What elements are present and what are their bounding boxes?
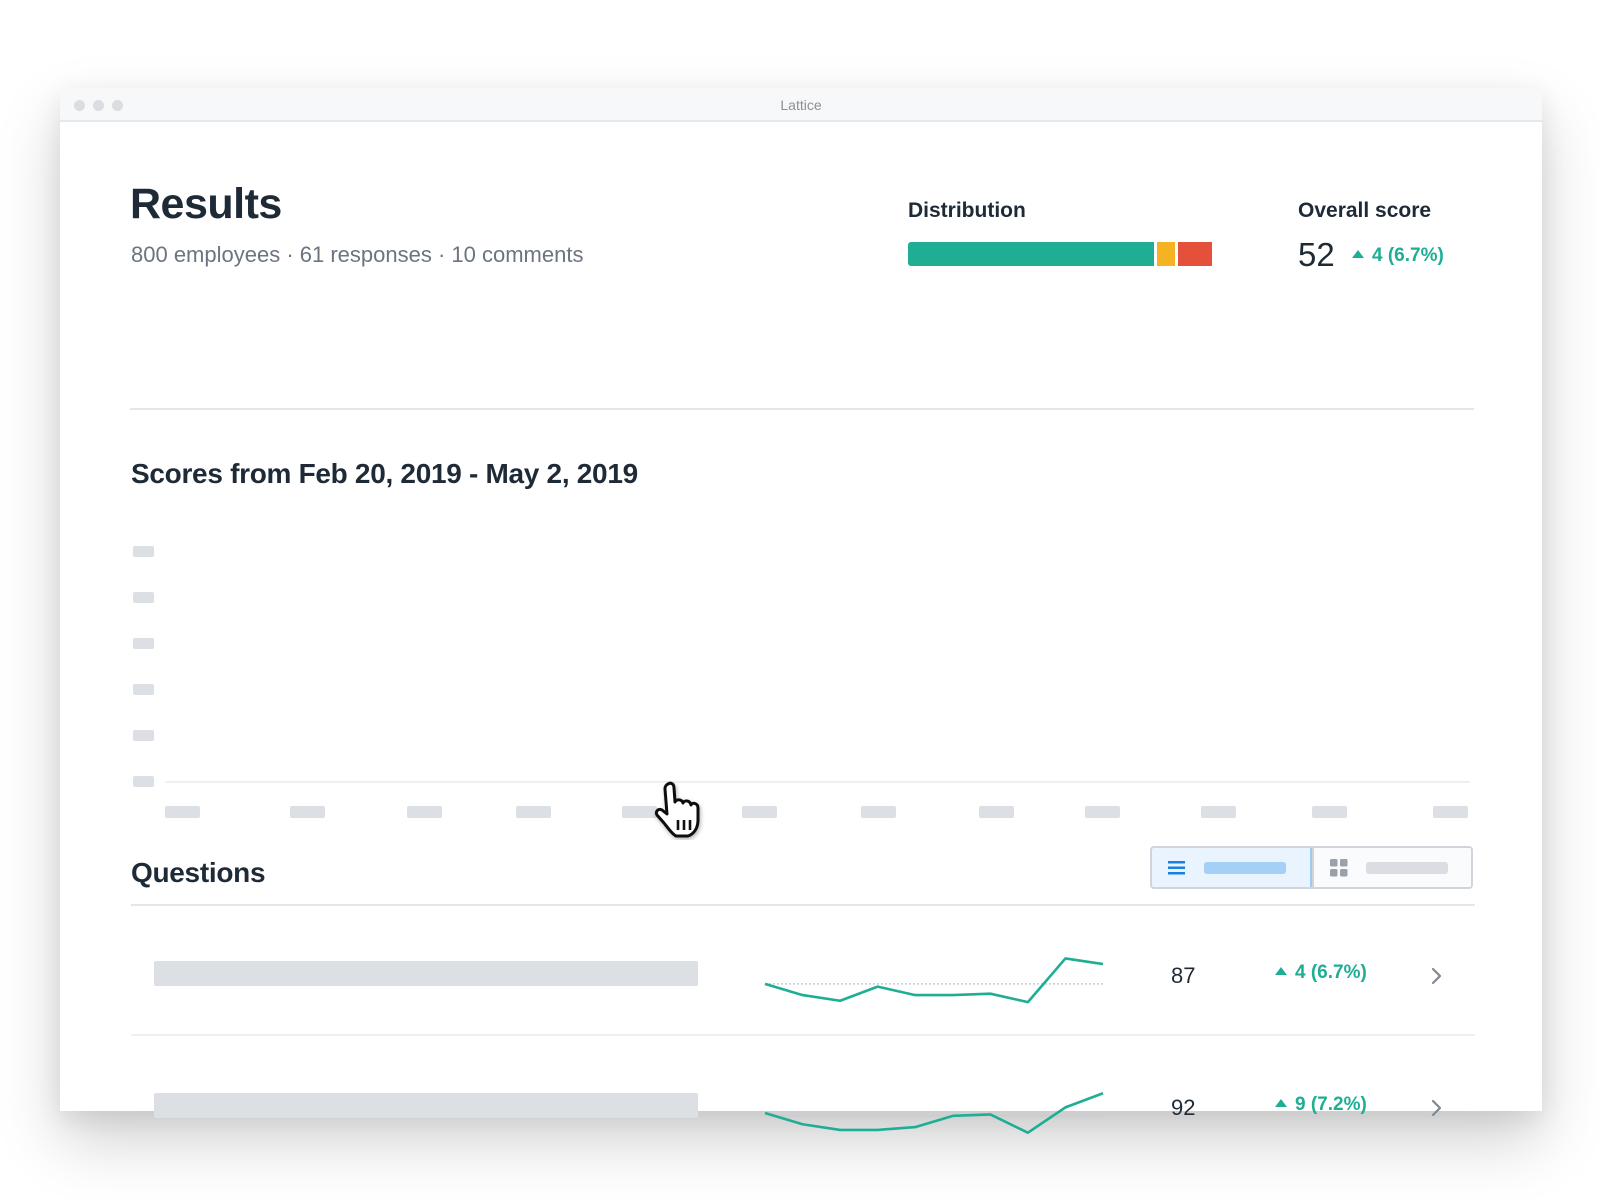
- y-tick-placeholder: [133, 592, 154, 603]
- question-delta: 4 (6.7%): [1275, 962, 1367, 984]
- y-tick-placeholder: [133, 776, 154, 787]
- window-title: Lattice: [780, 97, 822, 113]
- x-tick-placeholder: [1085, 806, 1120, 818]
- page-title: Results: [130, 180, 282, 228]
- header-divider: [130, 408, 1474, 410]
- question-row[interactable]: 92 9 (7.2%): [131, 1038, 1475, 1168]
- hand-pointer-cursor: [654, 781, 700, 838]
- question-row[interactable]: 87 4 (6.7%): [131, 906, 1475, 1036]
- x-tick-placeholder: [1201, 806, 1236, 818]
- grid-view-button[interactable]: [1311, 848, 1471, 887]
- trend-up-icon: [1275, 967, 1287, 975]
- scores-chart-skeleton: [133, 546, 1470, 818]
- x-tick-placeholder: [290, 806, 325, 818]
- trend-up-icon: [1275, 1099, 1287, 1107]
- y-tick-placeholder: [133, 684, 154, 695]
- question-score: 87: [1171, 963, 1196, 988]
- survey-stats: 800 employees · 61 responses · 10 commen…: [131, 242, 584, 267]
- list-view-button[interactable]: [1152, 848, 1312, 887]
- trend-up-icon: [1352, 250, 1364, 258]
- distribution-segment-negative: [1178, 242, 1212, 266]
- question-text-placeholder: [154, 961, 698, 986]
- question-delta-text: 9 (7.2%): [1295, 1094, 1367, 1115]
- question-score: 92: [1171, 1095, 1196, 1120]
- distribution-bar: [908, 242, 1218, 266]
- y-tick-placeholder: [133, 546, 154, 557]
- chevron-right-icon[interactable]: [1425, 1096, 1449, 1120]
- sparkline-trend: [764, 1092, 1104, 1135]
- x-tick-placeholder: [861, 806, 896, 818]
- grid-view-label-placeholder: [1365, 861, 1448, 874]
- list-view-label-placeholder: [1204, 861, 1286, 874]
- y-tick-placeholder: [133, 638, 154, 649]
- question-delta-text: 4 (6.7%): [1295, 962, 1367, 983]
- question-delta: 9 (7.2%): [1275, 1094, 1367, 1116]
- questions-title: Questions: [131, 857, 266, 888]
- sparkline-trend: [764, 957, 1104, 1004]
- x-tick-placeholder: [1312, 806, 1347, 818]
- x-tick-placeholder: [407, 806, 442, 818]
- overall-score-value: 52: [1298, 236, 1335, 273]
- overall-score-label: Overall score: [1298, 199, 1432, 222]
- x-tick-placeholder: [516, 806, 551, 818]
- overall-delta-text: 4 (6.7%): [1372, 245, 1444, 266]
- y-tick-placeholder: [133, 730, 154, 741]
- distribution-label: Distribution: [908, 199, 1026, 222]
- overall-score-delta: 4 (6.7%): [1352, 245, 1444, 267]
- x-tick-placeholder: [742, 806, 777, 818]
- title-bar: Lattice: [60, 88, 1542, 122]
- scores-chart-title: Scores from Feb 20, 2019 - May 2, 2019: [131, 458, 638, 489]
- question-text-placeholder: [154, 1093, 698, 1118]
- x-tick-placeholder: [979, 806, 1014, 818]
- question-sparkline: [764, 957, 1104, 1004]
- grid-icon: [1329, 858, 1347, 876]
- question-sparkline: [764, 1092, 1104, 1135]
- x-tick-placeholder: [165, 806, 200, 818]
- list-icon: [1168, 860, 1185, 874]
- view-toggle: [1150, 846, 1473, 889]
- chevron-right-icon[interactable]: [1425, 964, 1449, 988]
- x-tick-placeholder: [1433, 806, 1468, 818]
- app-window: Lattice Results 800 employees · 61 respo…: [60, 88, 1542, 1135]
- distribution-segment-positive: [908, 242, 1155, 266]
- distribution-segment-neutral: [1157, 242, 1176, 266]
